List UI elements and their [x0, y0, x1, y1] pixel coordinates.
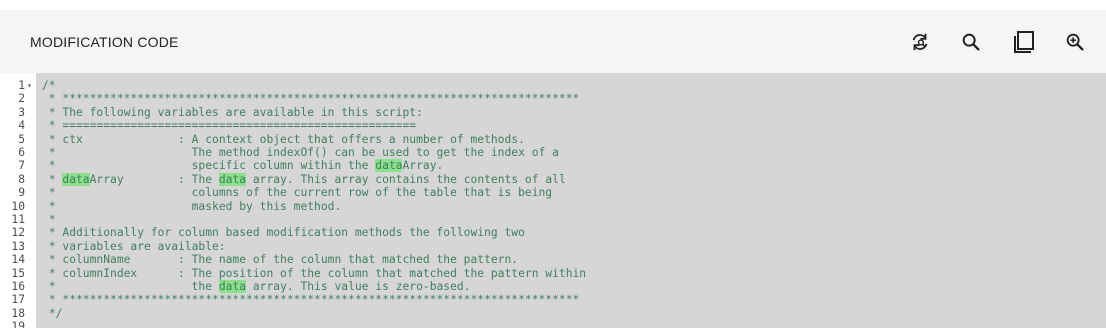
maximize-icon: [1014, 31, 1034, 53]
line-number: 19: [11, 320, 25, 328]
line-number: 5: [18, 132, 25, 146]
refresh-icon: [912, 33, 928, 51]
code-line: 10 * masked by this method.: [0, 200, 1106, 213]
code-text: * columnName : The name of the column th…: [42, 253, 519, 267]
line-number: 10: [11, 199, 25, 213]
code-text: * masked by this method.: [42, 199, 342, 213]
line-number: 12: [11, 226, 25, 240]
code-text: * ======================================…: [42, 119, 417, 133]
code-text: * The following variables are available …: [42, 105, 423, 119]
line-number: 11: [11, 213, 25, 226]
fold-toggle-icon[interactable]: ▾: [27, 79, 32, 92]
zoom-in-icon: [1066, 33, 1084, 51]
top-strip: [0, 0, 1106, 10]
code-line: 9 * columns of the current row of the ta…: [0, 186, 1106, 199]
code-text: * ctx : A context object that offers a n…: [42, 132, 525, 146]
zoom-in-button[interactable]: [1062, 29, 1088, 55]
line-number: 16: [11, 280, 25, 293]
code-text: * **************************************…: [42, 293, 580, 307]
code-text: *: [42, 213, 56, 226]
search-match: data: [218, 280, 247, 293]
maximize-button[interactable]: [1010, 29, 1036, 55]
search-icon: [962, 33, 980, 51]
code-text: */: [42, 306, 63, 320]
code-line: 3 * The following variables are availabl…: [0, 106, 1106, 119]
code-text: * the data array. This value is zero-bas…: [42, 280, 471, 293]
code-line: 5 * ctx : A context object that offers a…: [0, 133, 1106, 146]
code-line: 12 * Additionally for column based modif…: [0, 226, 1106, 239]
line-number: 18: [11, 306, 25, 320]
code-text: * specific column within the dataArray.: [42, 159, 444, 173]
code-text: * The method indexOf() can be used to ge…: [42, 146, 559, 159]
line-number: 3: [18, 105, 25, 119]
code-line: 18 */: [0, 307, 1106, 320]
code-text: * columnIndex : The position of the colu…: [42, 266, 587, 280]
line-number: 1: [18, 79, 25, 92]
code-text: /*: [42, 79, 56, 92]
line-number: 2: [18, 92, 25, 106]
code-line: 17 * ***********************************…: [0, 293, 1106, 306]
code-line: 11 *: [0, 213, 1106, 226]
code-line: 19: [0, 320, 1106, 328]
code-text: * columns of the current row of the tabl…: [42, 186, 553, 200]
panel-header: MODIFICATION CODE: [0, 10, 1106, 73]
line-number: 7: [18, 159, 25, 173]
line-number: 14: [11, 253, 25, 267]
search-match: data: [62, 172, 90, 186]
code-text: * dataArray : The data array. This array…: [42, 172, 566, 186]
code-line: 16 * the data array. This value is zero-…: [0, 280, 1106, 293]
search-match: data: [375, 159, 403, 173]
code-editor[interactable]: 1 ▾/* 2 * ********************************…: [0, 73, 1106, 328]
code-line: 15 * columnIndex : The position of the c…: [0, 267, 1106, 280]
line-number: 17: [11, 293, 25, 307]
code-line: 1 ▾ /*: [0, 79, 1106, 92]
line-number: 8: [18, 172, 25, 186]
code-line: 14 * columnName : The name of the column…: [0, 253, 1106, 266]
code-line: 8 * dataArray : The data array. This arr…: [0, 172, 1106, 186]
search-match: data: [218, 172, 247, 186]
line-number: 4: [18, 119, 25, 133]
line-number: 9: [18, 186, 25, 200]
code-text: * Additionally for column based modifica…: [42, 226, 525, 240]
code-line: 2 * ************************************…: [0, 92, 1106, 105]
search-button[interactable]: [958, 29, 984, 55]
line-number: 15: [11, 266, 25, 280]
panel-title: MODIFICATION CODE: [30, 34, 179, 50]
line-number: 13: [11, 239, 25, 253]
code-line: 7 * specific column within the dataArray…: [0, 159, 1106, 173]
line-number: 6: [18, 146, 25, 159]
code-text: * **************************************…: [42, 92, 580, 106]
code-line: 4 * ====================================…: [0, 119, 1106, 132]
code-text: * variables are available:: [42, 239, 226, 253]
code-line: 13 * variables are available:: [0, 240, 1106, 253]
code-line: 6 * The method indexOf() can be used to …: [0, 146, 1106, 159]
refresh-button[interactable]: [907, 29, 933, 55]
